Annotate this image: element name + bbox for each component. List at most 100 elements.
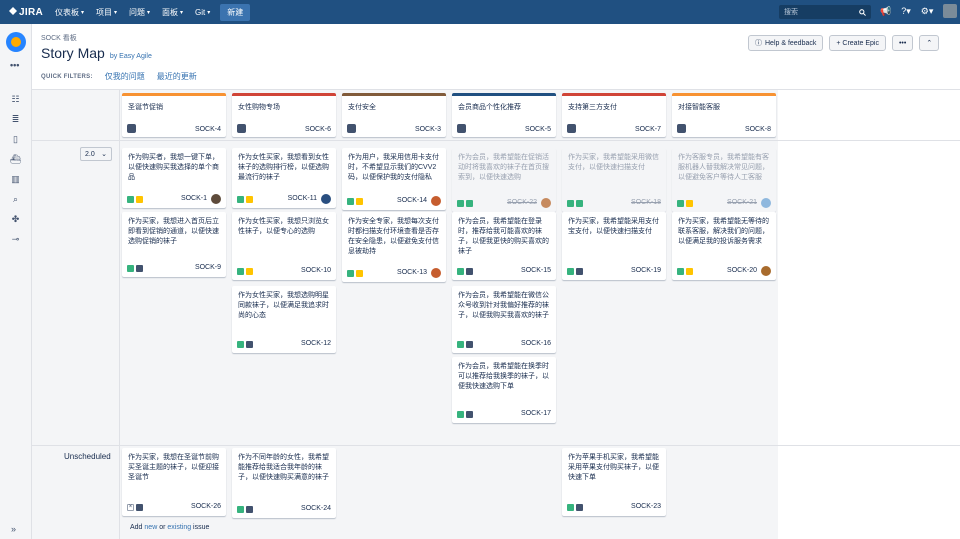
epic-card[interactable]: 对接智能客服 SOCK-8 [672,93,776,137]
card-key[interactable]: SOCK-9 [195,263,221,273]
card-key[interactable]: SOCK-16 [521,339,551,349]
release-select[interactable]: 2.0 ⌄ [80,147,112,161]
card-key[interactable]: SOCK-20 [727,266,757,276]
card-key[interactable]: SOCK-26 [191,502,221,512]
card-key[interactable]: SOCK-24 [301,504,331,514]
epic-key[interactable]: SOCK-8 [745,126,771,133]
code-icon[interactable]: ⊸ [9,233,22,245]
more-icon[interactable]: ••• [10,60,19,70]
help-feedback-button[interactable]: ⓘ Help & feedback [748,35,824,51]
story-card[interactable]: 作为女性买家，我想看到女性袜子的选购排行榜，以便选购最流行的袜子 SOCK-11 [232,148,336,208]
assignee-avatar[interactable] [431,268,441,278]
card-key[interactable]: SOCK-18 [631,198,661,208]
story-card[interactable]: 作为买家，我想在圣诞节前购买圣诞主题的袜子，以便迎接圣诞节 × SOCK-26 [122,448,226,516]
epic-key[interactable]: SOCK-5 [525,126,551,133]
story-card[interactable]: 作为买家，我希望能采用支付宝支付，以便快速扫描支付 SOCK-19 [562,212,666,280]
megaphone-icon[interactable]: 📢 [880,6,891,17]
card-key[interactable]: SOCK-21 [727,198,757,208]
story-card[interactable]: 作为买家，我希望能采用微信支付，以便快速扫描支付 SOCK-18 [562,148,666,212]
card-key[interactable]: SOCK-15 [521,266,551,276]
nav-boards-label: 面板 [162,7,179,17]
card-key[interactable]: SOCK-1 [181,194,207,204]
columns-icon[interactable]: ▯ [9,133,22,145]
backlog-icon[interactable]: ☷ [9,93,22,105]
story-card[interactable]: 作为买家，我希望能无等待的联系客服，解决我们的问题，以便满足我的投诉服务需求 S… [672,212,776,280]
nav-issues[interactable]: 问题 ▾ [129,7,150,18]
nav-projects[interactable]: 项目 ▾ [96,7,117,18]
filter-recent-updates[interactable]: 最近的更新 [157,71,197,82]
assignee-avatar[interactable] [431,196,441,206]
add-new-issue-link[interactable]: new [144,524,157,531]
epic-key[interactable]: SOCK-3 [415,126,441,133]
card-key[interactable]: SOCK-10 [301,266,331,276]
story-card[interactable]: 作为安全专家，我想每次支付时都扫描支付环境查看是否存在安全隐患，以便避免支付信息… [342,212,446,282]
add-existing-issue-link[interactable]: existing [167,524,191,531]
board-icon[interactable]: ≣ [9,113,22,125]
card-footer: SOCK-16 [457,339,551,349]
epic-card[interactable]: 支持第三方支付 SOCK-7 [562,93,666,137]
story-card[interactable]: 作为购买者，我想一键下单，以便快速购买我选择的单个商品 SOCK-1 [122,148,226,208]
story-card[interactable]: 作为会员，我希望能在换季时可以推荐给我换季的袜子，以便我快速选购下单 SOCK-… [452,357,556,423]
releases-icon[interactable]: ⛴ [9,153,22,165]
card-key[interactable]: SOCK-12 [301,339,331,349]
components-icon[interactable]: ✤ [9,213,22,225]
project-avatar[interactable] [6,32,26,52]
story-card[interactable]: 作为会员，我希望能在微信公众号收到针对我偏好推荐的袜子，以便我购买我喜欢的袜子 … [452,286,556,353]
create-epic-button[interactable]: + Create Epic [829,35,886,51]
expand-sidebar-icon[interactable]: » [11,524,16,534]
card-key[interactable]: SOCK-17 [521,409,551,419]
card-key[interactable]: SOCK-14 [397,196,427,206]
gear-icon[interactable]: ⚙▾ [921,6,934,17]
epic-key[interactable]: SOCK-7 [635,126,661,133]
jira-logo[interactable]: JIRA [8,7,43,18]
story-card[interactable]: 作为不同年龄的女性，我希望能推荐给我适合我年龄的袜子，以便快速购买满意的袜子 S… [232,448,336,518]
card-footer: SOCK-19 [567,266,661,276]
epic-key[interactable]: SOCK-4 [195,126,221,133]
card-key[interactable]: SOCK-11 [288,194,317,204]
card-key[interactable]: SOCK-22 [507,198,537,208]
epic-card[interactable]: 支付安全 SOCK-3 [342,93,446,137]
collapse-button[interactable]: ⌃ [919,35,940,51]
by-easy-agile-link[interactable]: by Easy Agile [110,53,152,60]
create-button[interactable]: 新建 [220,3,251,21]
epic-card[interactable]: 圣诞节促销 SOCK-4 [122,93,226,137]
assignee-avatar[interactable] [541,198,551,208]
user-avatar[interactable] [943,4,958,18]
page-header: SOCK 看板 Story Map by Easy Agile [41,33,152,61]
status-icon [466,340,473,348]
story-card[interactable]: 作为买家，我想进入首页后立即看到促销的通道，以便快速选购促销的袜子 SOCK-9 [122,212,226,277]
assignee-avatar[interactable] [761,198,771,208]
card-footer: SOCK-24 [237,504,331,514]
story-card[interactable]: 作为客服专员，我希望能有客服机器人替我解决常见问题，以便避免客户等待人工客服 S… [672,148,776,212]
card-key[interactable]: SOCK-13 [397,268,427,278]
reports-icon[interactable]: ▥ [9,173,22,185]
card-footer: SOCK-14 [347,196,441,206]
story-card[interactable]: 作为用户，我采用信用卡支付时，不希望显示我们的CVV2码，以便保护我的支付隐私 … [342,148,446,210]
assignee-avatar[interactable] [211,194,221,204]
more-actions-button[interactable]: ••• [891,35,914,51]
nav-git[interactable]: Git ▾ [195,8,210,17]
nav-boards[interactable]: 面板 ▾ [162,7,183,18]
epic-card[interactable]: 女性购物专场 SOCK-6 [232,93,336,137]
divider [32,445,960,446]
epic-key[interactable]: SOCK-6 [305,126,331,133]
nav-dashboards[interactable]: 仪表板 ▾ [55,7,84,18]
story-card[interactable]: 作为会员，我希望能在促销活动时将我喜欢的袜子在首页搜索到，以便快速选购 SOCK… [452,148,556,212]
assignee-avatar[interactable] [761,266,771,276]
issues-icon[interactable]: ⌕ [9,193,22,205]
story-card[interactable]: 作为女性买家，我想只浏览女性袜子，以便专心的选购 SOCK-10 [232,212,336,280]
help-icon[interactable]: ?▾ [901,6,911,17]
filter-my-issues[interactable]: 仅我的问题 [105,71,145,82]
story-card[interactable]: 作为会员，我希望能在登录时，推荐给我可能喜欢的袜子，以便我更快的购买喜欢的袜子 … [452,212,556,280]
story-card[interactable]: 作为女性买家，我想选购明星同款袜子，以便满足我追求时尚的心态 SOCK-12 [232,286,336,353]
card-key[interactable]: SOCK-19 [631,266,661,276]
search-input[interactable]: 搜索 [779,5,871,19]
epic-card[interactable]: 会员商品个性化推荐 SOCK-5 [452,93,556,137]
story-card[interactable]: 作为苹果手机买家，我希望能采用苹果支付购买袜子，以便快速下单 SOCK-23 [562,448,666,516]
story-type-icon [576,199,583,207]
card-footer: SOCK-18 [567,198,661,208]
board-empty-area [778,89,960,539]
card-key[interactable]: SOCK-23 [631,502,661,512]
quick-filters: QUICK FILTERS: 仅我的问题 最近的更新 [41,71,197,82]
assignee-avatar[interactable] [321,194,331,204]
